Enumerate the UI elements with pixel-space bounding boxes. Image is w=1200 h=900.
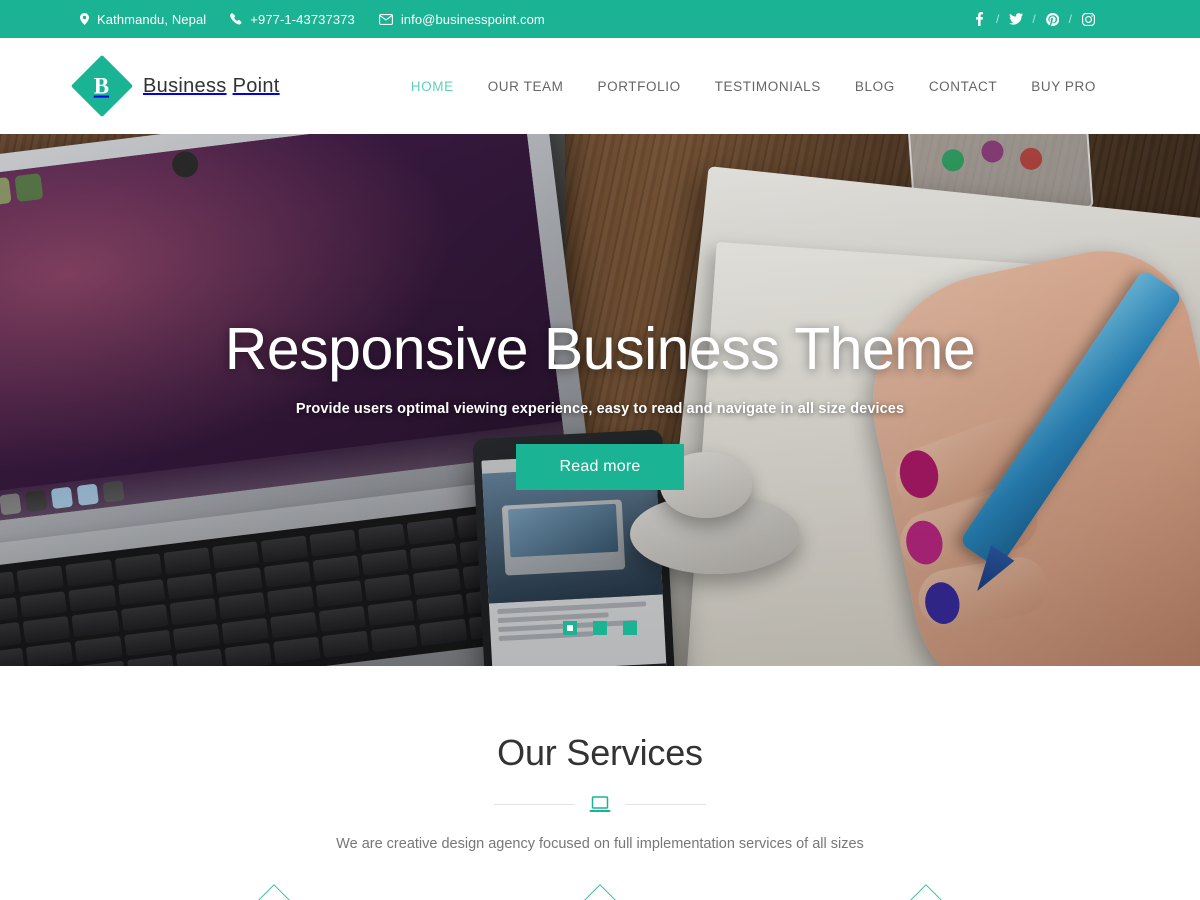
nav-item-portfolio[interactable]: PORTFOLIO — [581, 79, 698, 94]
service-icon-diamond — [206, 884, 342, 900]
location-text: Kathmandu, Nepal — [97, 11, 207, 27]
site-header: B Business Point HOME OUR TEAM PORTFOLIO … — [0, 38, 1200, 134]
slider-dot-3[interactable] — [623, 621, 637, 635]
nav-item-home[interactable]: HOME — [394, 79, 471, 94]
brand-word-two: Point — [232, 74, 280, 97]
brand-word-one: Business — [143, 74, 227, 97]
hero-slider: ok Air ⌂ ⌕ ◉ ◔ — [0, 134, 1200, 666]
location-item: Kathmandu, Nepal — [80, 12, 206, 27]
envelope-icon — [378, 13, 393, 25]
email-item[interactable]: info@businesspoint.com — [378, 11, 545, 27]
social-separator: / — [1068, 12, 1072, 26]
services-subtitle: We are creative design agency focused on… — [336, 836, 864, 852]
slider-dot-2[interactable] — [593, 621, 607, 635]
hero-title: Responsive Business Theme — [224, 316, 976, 382]
hero-content: Responsive Business Theme Provide users … — [0, 316, 1200, 490]
service-icon-diamond — [532, 884, 668, 900]
nav-item-buy-pro[interactable]: BUY PRO — [1014, 79, 1096, 94]
nav-item-blog[interactable]: BLOG — [838, 79, 912, 94]
twitter-icon[interactable] — [1008, 12, 1023, 27]
facebook-icon[interactable] — [972, 12, 987, 27]
services-section: Our Services We are creative design agen… — [0, 666, 1200, 900]
phone-text: +977-1-43737373 — [250, 11, 355, 27]
nav-item-testimonials[interactable]: TESTIMONIALS — [698, 79, 838, 94]
social-separator: / — [1032, 12, 1036, 26]
location-pin-icon — [80, 13, 89, 25]
top-bar-contact-group: Kathmandu, Nepal +977-1-43737373 info@bu… — [80, 12, 545, 27]
social-links: / / / — [972, 12, 1096, 27]
service-icon-diamond — [858, 884, 994, 900]
logo-letter: B — [94, 73, 110, 99]
brand-logo[interactable]: B Business Point — [70, 54, 280, 118]
phone-item[interactable]: +977-1-43737373 — [230, 12, 355, 27]
hero-slider-dots — [0, 621, 1200, 635]
divider-line-left — [494, 804, 575, 805]
section-divider — [494, 796, 706, 813]
brand-name: Business Point — [143, 75, 280, 98]
divider-line-right — [625, 804, 706, 805]
email-text: info@businesspoint.com — [400, 11, 545, 27]
slider-dot-1[interactable] — [563, 621, 577, 635]
instagram-icon[interactable] — [1081, 12, 1096, 27]
top-bar: Kathmandu, Nepal +977-1-43737373 info@bu… — [0, 0, 1200, 38]
nav-item-contact[interactable]: CONTACT — [912, 79, 1014, 94]
main-navigation: HOME OUR TEAM PORTFOLIO TESTIMONIALS BLO… — [394, 79, 1096, 94]
hero-subtitle: Provide users optimal viewing experience… — [295, 400, 905, 417]
phone-icon — [230, 13, 242, 25]
read-more-button[interactable]: Read more — [515, 443, 685, 490]
laptop-icon — [589, 796, 611, 813]
nav-item-our-team[interactable]: OUR TEAM — [471, 79, 581, 94]
pinterest-icon[interactable] — [1045, 12, 1060, 27]
social-separator: / — [995, 12, 1000, 26]
services-title: Our Services — [497, 732, 703, 773]
logo-diamond-icon: B — [70, 54, 134, 118]
